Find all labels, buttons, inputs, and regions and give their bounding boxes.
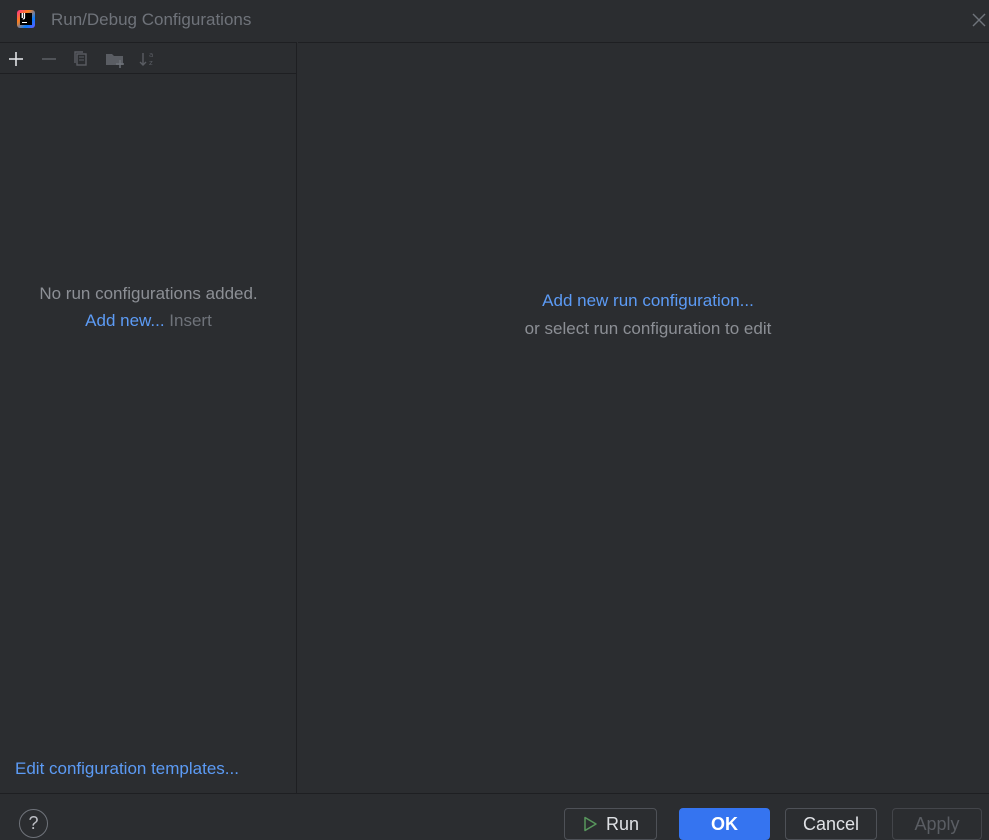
- no-configurations-message: No run configurations added.: [39, 284, 258, 303]
- new-folder-icon[interactable]: [104, 48, 126, 70]
- run-debug-configurations-dialog: IJ Run/Debug Configurations a z No run c…: [0, 0, 989, 840]
- select-configuration-hint: or select run configuration to edit: [524, 319, 772, 338]
- empty-state: No run configurations added. Add new... …: [0, 280, 297, 334]
- cancel-button[interactable]: Cancel: [785, 808, 877, 840]
- copy-icon[interactable]: [70, 48, 92, 70]
- run-button-label: Run: [605, 814, 640, 834]
- add-new-shortcut: Insert: [169, 311, 212, 330]
- close-icon[interactable]: [968, 9, 989, 31]
- run-button[interactable]: Run: [564, 808, 657, 840]
- edit-configuration-templates-link[interactable]: Edit configuration templates...: [15, 759, 239, 779]
- editor-empty-state: Add new run configuration... or select r…: [298, 287, 989, 343]
- dialog-footer: ? Run OK Cancel Apply: [0, 793, 989, 840]
- title-bar: IJ Run/Debug Configurations: [0, 0, 989, 42]
- ok-button[interactable]: OK: [679, 808, 770, 840]
- configurations-toolbar: a z: [0, 43, 297, 74]
- svg-text:a: a: [149, 51, 153, 59]
- window-title: Run/Debug Configurations: [51, 10, 252, 29]
- configurations-tree-panel: a z No run configurations added. Add new…: [0, 42, 297, 793]
- add-icon[interactable]: [5, 48, 27, 70]
- remove-icon[interactable]: [38, 48, 60, 70]
- svg-text:z: z: [149, 59, 153, 67]
- add-new-run-configuration-link[interactable]: Add new run configuration...: [298, 287, 989, 315]
- apply-button[interactable]: Apply: [892, 808, 982, 840]
- intellij-idea-icon: IJ: [17, 10, 35, 28]
- run-icon: [584, 816, 597, 831]
- sort-alphabetically-icon[interactable]: a z: [137, 48, 159, 70]
- configuration-editor-panel: Add new run configuration... or select r…: [298, 42, 989, 793]
- help-button[interactable]: ?: [19, 809, 48, 838]
- add-new-link[interactable]: Add new...: [85, 311, 164, 330]
